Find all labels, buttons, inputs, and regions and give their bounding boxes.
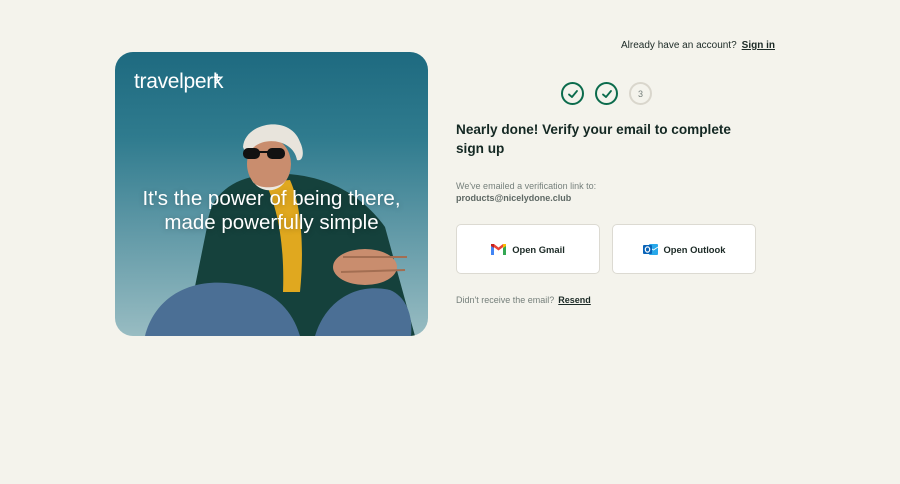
progress-stepper: 3	[561, 82, 652, 105]
outlook-icon	[642, 243, 658, 255]
verification-subtext: We've emailed a verification link to:	[456, 181, 597, 191]
checkmark-icon	[601, 89, 612, 98]
step-3-current: 3	[629, 82, 652, 105]
hero-card: travelperk + It's the power of being the…	[115, 52, 428, 336]
resend-link[interactable]: Resend	[558, 295, 591, 305]
step-1-complete	[561, 82, 584, 105]
page-title: Nearly done! Verify your email to comple…	[456, 122, 731, 156]
open-gmail-button[interactable]: Open Gmail	[456, 224, 600, 274]
travelperk-logo: travelperk	[134, 70, 224, 93]
resend-prompt-text: Didn't receive the email?	[456, 295, 555, 305]
signin-prompt: Already have an account? Sign in	[621, 40, 775, 51]
open-gmail-label: Open Gmail	[512, 243, 565, 255]
travelperk-logo-plus: +	[213, 69, 222, 85]
hero-tagline-line2: made powerfully simple	[164, 211, 379, 234]
open-outlook-label: Open Outlook	[663, 243, 726, 255]
hero-tagline-line1: It's the power of being there,	[142, 187, 401, 210]
open-outlook-button[interactable]: Open Outlook	[612, 224, 756, 274]
resend-prompt: Didn't receive the email? Resend	[456, 295, 591, 305]
checkmark-icon	[567, 89, 578, 98]
step-2-complete	[595, 82, 618, 105]
account-prompt-text: Already have an account?	[621, 40, 737, 51]
signin-link[interactable]: Sign in	[742, 40, 775, 51]
user-email: products@nicelydone.club	[456, 193, 572, 203]
signup-verify-page: travelperk + It's the power of being the…	[0, 0, 900, 484]
hero-tagline: It's the power of being there, made powe…	[115, 187, 428, 235]
gmail-icon	[491, 243, 507, 255]
